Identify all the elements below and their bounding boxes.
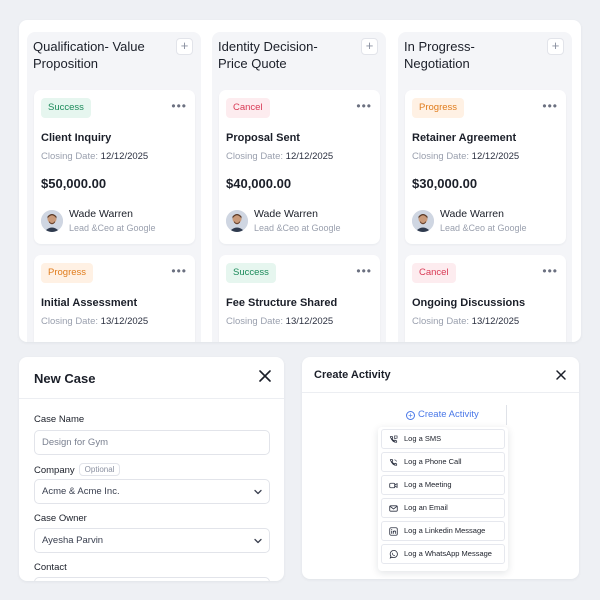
whatsapp-icon — [389, 550, 398, 559]
phone-icon — [389, 458, 398, 466]
add-card-button[interactable]: + — [176, 38, 193, 55]
divider — [506, 405, 507, 425]
contact-label: Contact — [34, 562, 67, 573]
panel-title: Create Activity — [314, 369, 391, 381]
status-badge: Progress — [412, 98, 465, 118]
deal-name: Fee Structure Shared — [226, 297, 338, 309]
closing-date: Closing Date: 12/12/2025 — [412, 151, 520, 162]
close-icon[interactable] — [555, 369, 567, 381]
contact-input[interactable] — [34, 577, 270, 581]
deal-amount: $50,000.00 — [41, 176, 107, 191]
create-activity-panel: Create Activity + Create Activity Log a S… — [302, 357, 579, 579]
status-badge: Success — [226, 263, 276, 283]
panel-header: New Case — [19, 357, 284, 399]
status-badge: Cancel — [412, 263, 456, 283]
deal-card[interactable]: Cancel ••• Proposal Sent Closing Date: 1… — [219, 90, 380, 244]
deal-card[interactable]: Success ••• Fee Structure Shared Closing… — [219, 255, 380, 342]
optional-tag: Optional — [78, 463, 121, 476]
person-role: Lead &Ceo at Google — [69, 223, 156, 233]
company-label: Company Optional — [34, 463, 121, 476]
close-icon[interactable] — [258, 369, 272, 383]
deal-owner: Wade Warren Lead &Ceo at Google — [226, 208, 376, 238]
menu-item-log-meeting[interactable]: Log a Meeting — [381, 475, 505, 495]
column-title: Identity Decision- Price Quote — [218, 39, 318, 71]
person-name: Wade Warren — [440, 208, 504, 220]
more-options-icon[interactable]: ••• — [542, 100, 558, 112]
pipeline-column: In Progress- Negotiation + Progress ••• … — [398, 32, 572, 342]
closing-date: Closing Date: 13/12/2025 — [41, 316, 149, 327]
menu-item-log-whatsapp[interactable]: Log a WhatsApp Message — [381, 544, 505, 564]
deal-card[interactable]: Cancel ••• Ongoing Discussions Closing D… — [405, 255, 566, 342]
video-icon — [389, 482, 398, 489]
menu-item-log-email[interactable]: Log an Email — [381, 498, 505, 518]
case-name-input[interactable]: Design for Gym — [34, 430, 270, 455]
menu-item-log-phone-call[interactable]: Log a Phone Call — [381, 452, 505, 472]
pipeline-column: Identity Decision- Price Quote + Cancel … — [212, 32, 386, 342]
deal-owner: Wade Warren Lead &Ceo at Google — [41, 208, 191, 238]
deal-card[interactable]: Success ••• Client Inquiry Closing Date:… — [34, 90, 195, 244]
case-name-label: Case Name — [34, 414, 85, 425]
more-options-icon[interactable]: ••• — [356, 100, 372, 112]
person-name: Wade Warren — [69, 208, 133, 220]
closing-date: Closing Date: 13/12/2025 — [412, 316, 520, 327]
activity-menu: Log a SMS Log a Phone Call Log a Meeting… — [378, 427, 508, 571]
deal-name: Ongoing Discussions — [412, 297, 526, 309]
deal-amount: $40,000.00 — [226, 176, 292, 191]
mail-icon — [389, 505, 398, 512]
closing-date: Closing Date: 12/12/2025 — [41, 151, 149, 162]
closing-date: Closing Date: 13/12/2025 — [226, 316, 334, 327]
person-role: Lead &Ceo at Google — [440, 223, 527, 233]
column-title: Qualification- Value Proposition — [33, 39, 145, 71]
person-role: Lead &Ceo at Google — [254, 223, 341, 233]
menu-item-log-sms[interactable]: Log a SMS — [381, 429, 505, 449]
more-options-icon[interactable]: ••• — [171, 265, 187, 277]
company-select[interactable]: Acme & Acme Inc. — [34, 479, 270, 504]
case-owner-label: Case Owner — [34, 513, 87, 524]
avatar — [41, 210, 63, 232]
pipeline-column: Qualification- Value Proposition + Succe… — [27, 32, 201, 342]
add-card-button[interactable]: + — [361, 38, 378, 55]
more-options-icon[interactable]: ••• — [542, 265, 558, 277]
panel-header: Create Activity — [302, 357, 579, 393]
add-card-button[interactable]: + — [547, 38, 564, 55]
deal-name: Client Inquiry — [41, 132, 112, 144]
phone-chat-icon — [389, 435, 398, 443]
deal-card[interactable]: Progress ••• Initial Assessment Closing … — [34, 255, 195, 342]
status-badge: Progress — [41, 263, 94, 283]
person-name: Wade Warren — [254, 208, 318, 220]
more-options-icon[interactable]: ••• — [171, 100, 187, 112]
menu-item-log-linkedin[interactable]: Log a Linkedin Message — [381, 521, 505, 541]
status-badge: Cancel — [226, 98, 270, 118]
status-badge: Success — [41, 98, 91, 118]
closing-date: Closing Date: 12/12/2025 — [226, 151, 334, 162]
column-title: In Progress- Negotiation — [404, 39, 475, 71]
avatar — [226, 210, 248, 232]
more-options-icon[interactable]: ••• — [356, 265, 372, 277]
avatar — [412, 210, 434, 232]
deal-name: Proposal Sent — [226, 132, 300, 144]
deal-amount: $30,000.00 — [412, 176, 478, 191]
new-case-panel: New Case Case Name Design for Gym Compan… — [19, 357, 284, 581]
case-owner-select[interactable]: Ayesha Parvin — [34, 528, 270, 553]
plus-icon: + — [406, 411, 415, 420]
create-activity-button[interactable]: + Create Activity — [406, 409, 479, 420]
chevron-down-icon — [254, 538, 262, 544]
deal-name: Retainer Agreement — [412, 132, 517, 144]
chevron-down-icon — [254, 489, 262, 495]
deal-owner: Wade Warren Lead &Ceo at Google — [412, 208, 562, 238]
panel-title: New Case — [34, 371, 96, 386]
deal-card[interactable]: Progress ••• Retainer Agreement Closing … — [405, 90, 566, 244]
kanban-board: Qualification- Value Proposition + Succe… — [19, 20, 581, 342]
linkedin-icon — [389, 527, 398, 536]
deal-name: Initial Assessment — [41, 297, 138, 309]
